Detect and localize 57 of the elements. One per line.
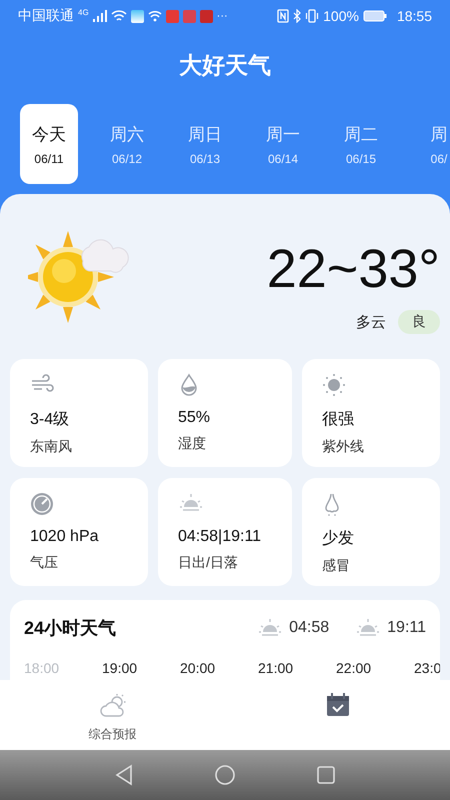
detail-label: 紫外线 [322, 438, 365, 456]
air-quality-badge: 良 [398, 310, 440, 334]
wifi-icon [110, 10, 127, 22]
wifi-icon [148, 10, 162, 22]
hour-label: 18:00 [24, 660, 60, 676]
network-type: 4G [78, 8, 89, 17]
sunrise-icon [178, 492, 204, 514]
detail-label: 感冒 [322, 557, 351, 575]
sun-icon [322, 373, 346, 397]
hour-label: 22:00 [336, 660, 372, 676]
temperature-range: 22~33° [266, 242, 440, 296]
clock: 18:55 [396, 8, 432, 24]
sunrise-time: 04:58 [289, 619, 330, 637]
bluetooth-icon [293, 9, 302, 23]
detail-value: 55% [178, 409, 212, 427]
detail-value: 04:58|19:11 [178, 528, 262, 546]
day-tab[interactable]: 周日 06/13 [176, 104, 234, 184]
detail-value: 1020 hPa [30, 528, 100, 546]
sunset-icon [355, 617, 382, 639]
carrier-name: 中国联通 [18, 7, 74, 25]
day-tab[interactable]: 周二 06/15 [332, 104, 390, 184]
battery-percent: 100% [323, 8, 359, 24]
detail-value: 很强 [322, 410, 355, 430]
weather-condition: 多云 [356, 312, 386, 332]
weather-app-icon [130, 10, 144, 22]
hourly-title: 24小时天气 [24, 617, 118, 640]
back-icon[interactable] [114, 764, 134, 786]
home-icon[interactable] [214, 764, 236, 786]
gauge-icon [30, 492, 54, 516]
hour-label: 19:00 [102, 660, 138, 676]
vibrate-icon [305, 9, 320, 23]
app-icon [166, 10, 179, 22]
battery-icon [362, 10, 387, 22]
cloud-sun-icon[interactable] [98, 692, 128, 718]
news-app-icon [200, 10, 213, 22]
app-icon [182, 10, 196, 22]
hour-label: 21:00 [258, 660, 294, 676]
signal-icon [92, 10, 107, 22]
hour-label: 20:00 [180, 660, 216, 676]
nav-label[interactable]: 综合预报 [88, 726, 136, 743]
detail-value: 3-4级 [30, 410, 70, 430]
nfc-icon [277, 9, 290, 23]
detail-label: 气压 [30, 554, 59, 572]
recents-icon[interactable] [316, 765, 336, 785]
sunrise-icon [257, 617, 284, 639]
day-tab[interactable]: 今天 06/11 [20, 104, 78, 184]
detail-value: 少发 [322, 528, 355, 549]
detail-label: 日出/日落 [178, 554, 239, 572]
detail-label: 东南风 [30, 438, 73, 456]
day-tab[interactable]: 周六 06/12 [98, 104, 156, 184]
day-tab[interactable]: 周 06/ [410, 104, 450, 184]
app-title: 大好天气 [178, 51, 272, 80]
day-tab[interactable]: 周一 06/14 [254, 104, 312, 184]
sunset-time: 19:11 [387, 619, 426, 637]
detail-label: 湿度 [178, 435, 207, 453]
calendar-check-icon[interactable] [324, 692, 350, 718]
more-notifications: ··· [216, 10, 228, 22]
